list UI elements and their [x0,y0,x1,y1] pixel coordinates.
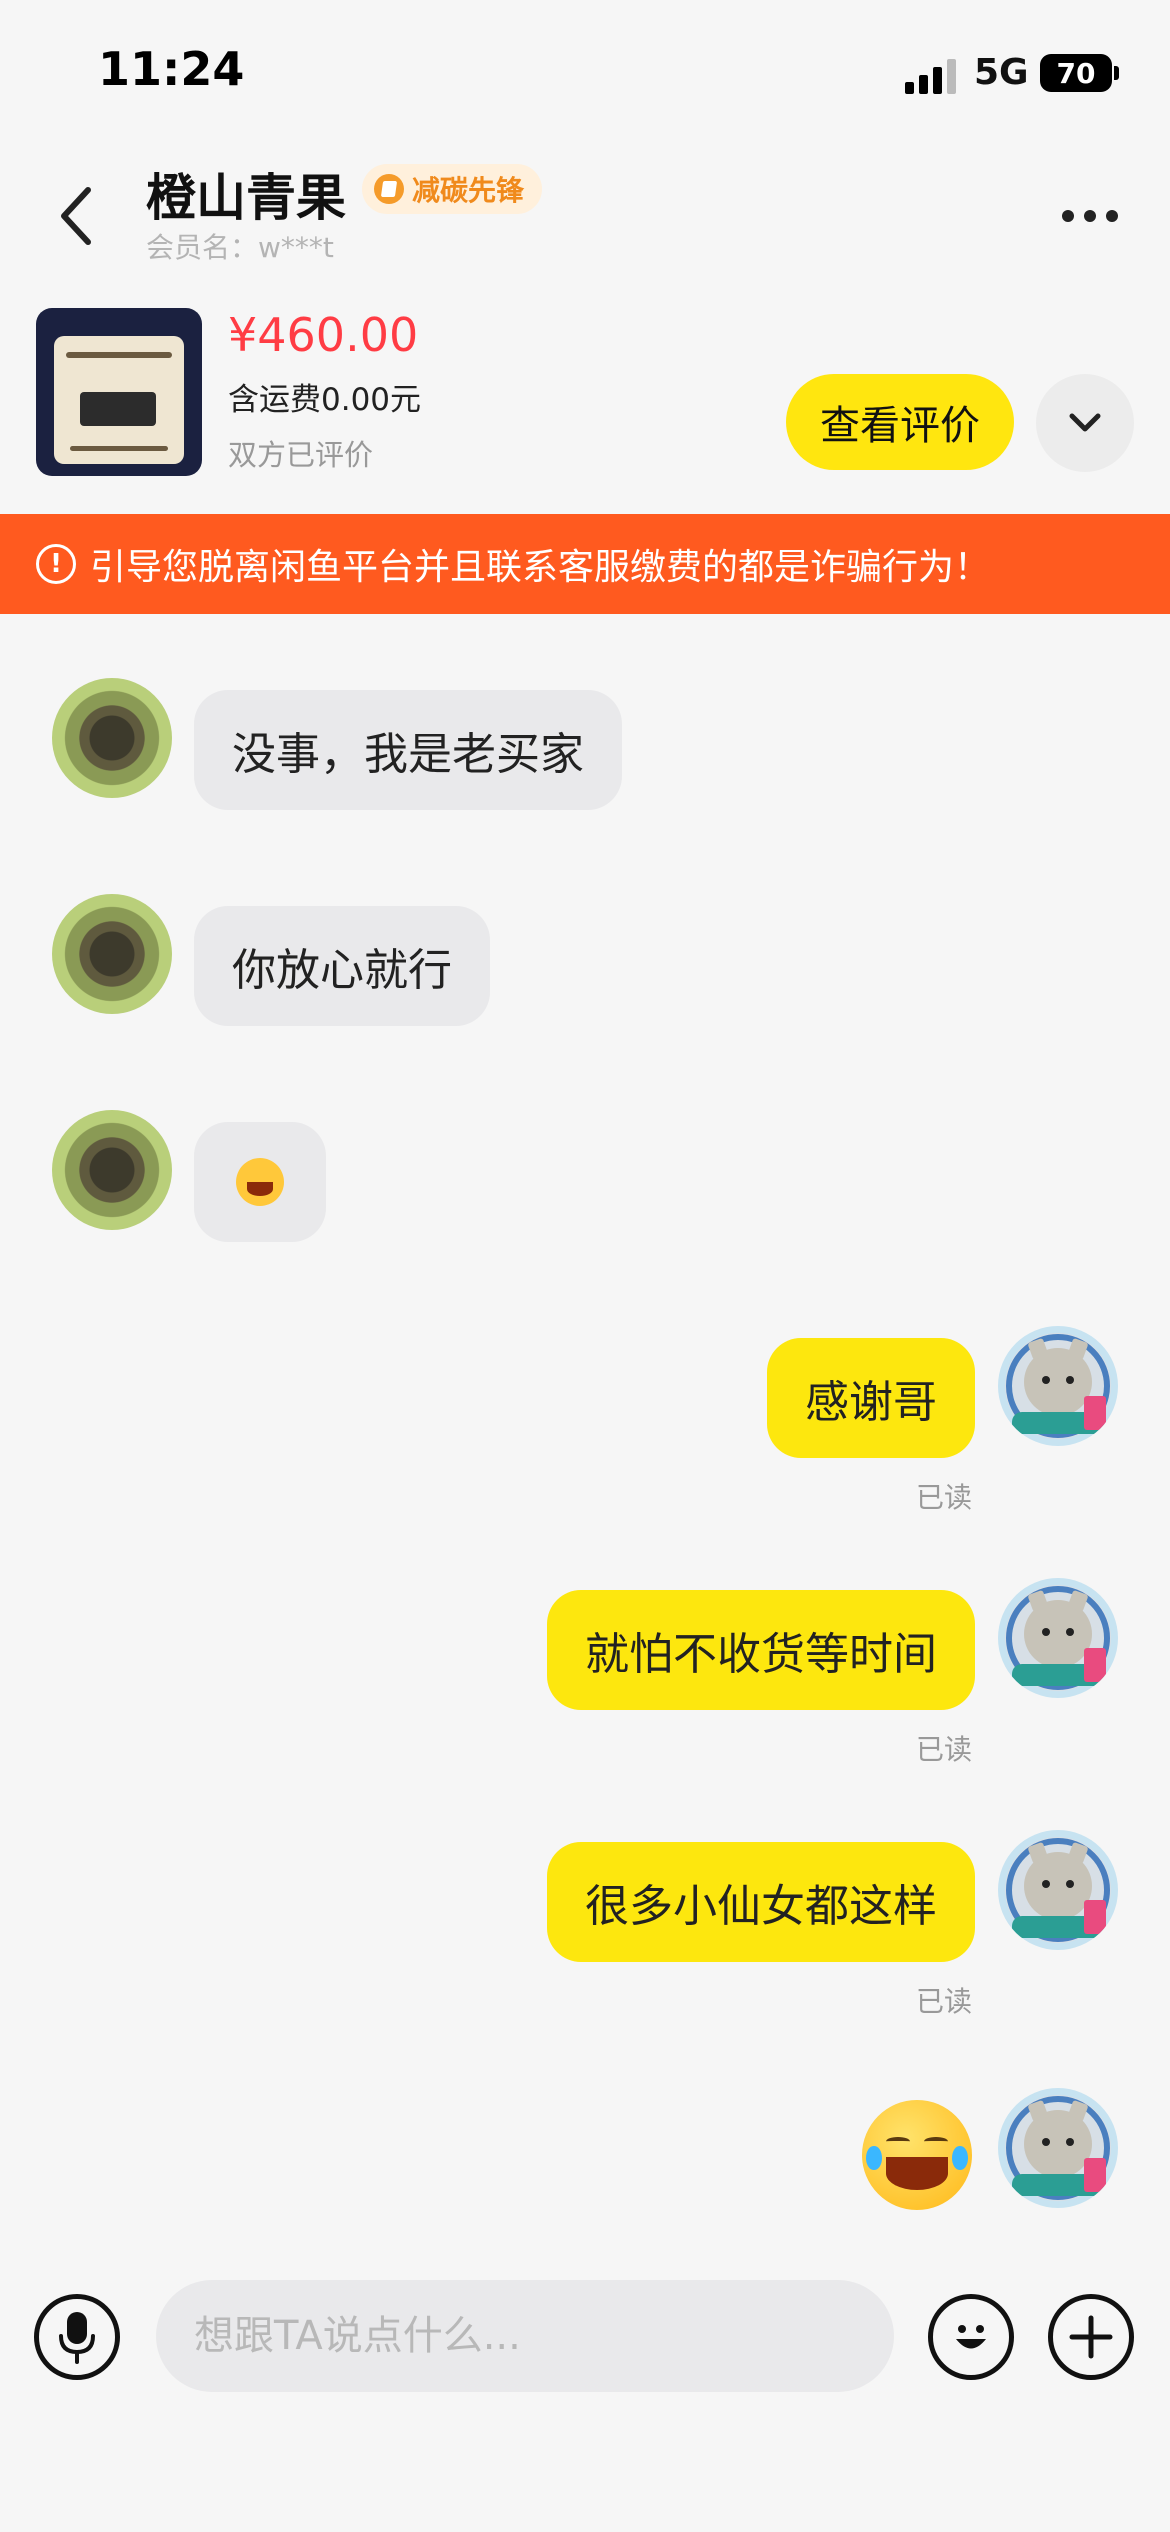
battery-icon: 70 [1040,54,1112,92]
add-button[interactable] [1048,2294,1134,2380]
buyer-avatar[interactable] [52,1110,172,1230]
battery-tip [1114,66,1119,80]
status-bar: 11:24 5G 70 [0,0,1170,150]
back-arrow-icon [61,187,91,245]
cat-eye [1042,1376,1050,1384]
cat-eye [1042,1628,1050,1636]
cat-eye [1066,1628,1074,1636]
network-label: 5G [974,52,1029,93]
leaf-badge-icon [374,174,404,204]
microphone-icon [59,2312,95,2364]
alert-circle-icon: ! [36,544,76,584]
cat-eye [1042,2138,1050,2146]
message-bubble-emoji[interactable] [194,1122,326,1242]
status-time: 11:24 [98,42,245,96]
cat-eye [1066,2138,1074,2146]
laughing-tears-emoji-icon [236,1158,284,1206]
cat-face-icon [1024,1852,1092,1920]
message-bubble-outgoing[interactable]: 感谢哥 [767,1338,975,1458]
avatar-flag [1084,1396,1106,1430]
product-card[interactable]: ¥460.00 含运费0.00元 双方已评价 查看评价 [0,300,1170,490]
carbon-badge-label: 减碳先锋 [412,174,525,207]
more-icon-dot [1084,210,1096,222]
emoji-mouth [886,2157,948,2191]
chat-header: 橙山青果 减碳先锋 会员名：w***t [0,150,1170,290]
read-receipt: 已读 [916,1733,973,1766]
emoji-tear [952,2146,968,2171]
member-name: 会员名：w***t [146,231,334,264]
message-input-bar [0,2250,1170,2430]
emoji-eye [886,2137,911,2146]
emoji-icon [956,2325,986,2349]
message-bubble-outgoing[interactable]: 很多小仙女都这样 [547,1842,975,1962]
battery-level: 70 [1056,56,1096,90]
seller-name[interactable]: 橙山青果 [146,158,346,230]
self-avatar[interactable] [998,1578,1118,1698]
fraud-warning-text: 引导您脱离闲鱼平台并且联系客服缴费的都是诈骗行为！ [90,547,991,588]
cat-eye [1066,1376,1074,1384]
thumb-line [70,446,168,451]
avatar-flag [1084,1648,1106,1682]
signal-icon [905,59,956,94]
home-area [0,2430,1170,2532]
self-avatar[interactable] [998,2088,1118,2208]
more-button[interactable] [1050,186,1130,246]
thumb-line [66,352,172,358]
more-icon [1062,210,1074,222]
laughing-tears-emoji-icon[interactable] [862,2100,972,2210]
cat-eye [1066,1880,1074,1888]
order-status: 双方已评价 [228,438,374,472]
emoji-mouth [246,1182,274,1197]
cat-face-icon [1024,1348,1092,1416]
self-avatar[interactable] [998,1830,1118,1950]
emoji-eye [923,2137,948,2146]
message-input[interactable] [156,2280,894,2392]
voice-button[interactable] [34,2294,120,2380]
chat-messages[interactable]: 没事，我是老买家 你放心就行 感谢哥 已读 就怕不收货等时间 已读 很多小仙女都… [0,614,1170,2234]
read-receipt: 已读 [916,1481,973,1514]
more-icon-dot [1106,210,1118,222]
expand-button[interactable] [1036,374,1134,472]
back-button[interactable] [46,176,106,256]
thumb-gift-card [80,392,156,426]
view-review-button[interactable]: 查看评价 [786,374,1014,470]
cat-eye [1042,1880,1050,1888]
message-bubble-incoming[interactable]: 你放心就行 [194,906,490,1026]
cat-face-icon [1024,2110,1092,2178]
message-bubble-outgoing[interactable]: 就怕不收货等时间 [547,1590,975,1710]
plus-icon [1069,2315,1113,2359]
message-bubble-incoming[interactable]: 没事，我是老买家 [194,690,622,810]
emoji-tear [866,2146,882,2171]
avatar-flag [1084,2158,1106,2192]
emoji-button[interactable] [928,2294,1014,2380]
buyer-avatar[interactable] [52,894,172,1014]
fraud-warning-banner: ! 引导您脱离闲鱼平台并且联系客服缴费的都是诈骗行为！ [0,514,1170,614]
chevron-down-icon [1069,413,1101,432]
cat-face-icon [1024,1600,1092,1668]
buyer-avatar[interactable] [52,678,172,798]
product-price: ¥460.00 [228,308,419,362]
read-receipt: 已读 [916,1985,973,2018]
product-shipping: 含运费0.00元 [228,382,422,418]
avatar-flag [1084,1900,1106,1934]
product-thumbnail[interactable] [36,308,202,476]
carbon-badge[interactable]: 减碳先锋 [362,164,543,214]
self-avatar[interactable] [998,1326,1118,1446]
